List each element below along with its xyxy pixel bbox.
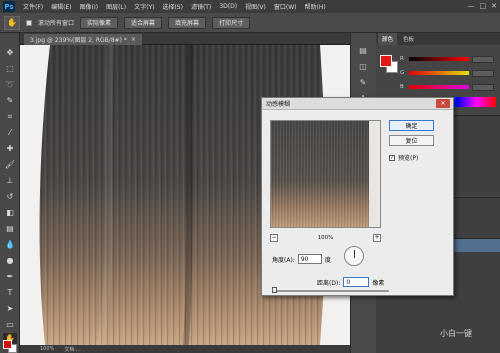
red-value-field[interactable] bbox=[472, 55, 494, 63]
red-slider[interactable] bbox=[409, 57, 469, 61]
document-info: 文档:... bbox=[64, 346, 81, 353]
minimize-button[interactable]: — bbox=[468, 2, 475, 10]
blur-tool-icon[interactable]: 💧 bbox=[3, 239, 17, 250]
move-tool-icon[interactable]: ✥ bbox=[3, 47, 17, 58]
motion-blur-dialog: 动感模糊 ✕ 确定 复位 ✓ 预览(P) − 100% + 角度(A): 90 … bbox=[261, 97, 454, 296]
status-bar: 100% 文档:... bbox=[20, 345, 350, 353]
document-tab-title: 3.jpg @ 239%(图层 2, RGB/8#) * bbox=[30, 37, 127, 44]
brush-tool-icon[interactable]: 🖌 bbox=[3, 159, 17, 170]
red-channel-label: R bbox=[400, 56, 404, 62]
blue-value-field[interactable] bbox=[472, 83, 494, 91]
menu-3d[interactable]: 3D(D) bbox=[219, 3, 237, 10]
preview-zoom-bar: − 100% + bbox=[270, 233, 381, 242]
crop-tool-icon[interactable]: ⌗ bbox=[3, 111, 17, 122]
scroll-all-checkbox[interactable] bbox=[26, 19, 32, 26]
menu-filter[interactable]: 滤镜(T) bbox=[191, 2, 211, 11]
restore-button[interactable]: □ bbox=[480, 2, 487, 10]
angle-dial-needle bbox=[354, 250, 355, 258]
green-value-field[interactable] bbox=[472, 69, 494, 77]
gradient-tool-icon[interactable]: ▤ bbox=[3, 223, 17, 234]
zoom-in-button[interactable]: + bbox=[372, 233, 381, 242]
dialog-close-button[interactable]: ✕ bbox=[436, 99, 450, 108]
eraser-tool-icon[interactable]: ◧ bbox=[3, 207, 17, 218]
menu-bar: Ps 文件(F) 编辑(E) 图像(I) 图层(L) 文字(Y) 选择(S) 滤… bbox=[0, 0, 500, 13]
red-slider-row[interactable]: R bbox=[400, 55, 496, 63]
zoom-out-button[interactable]: − bbox=[270, 233, 278, 242]
angle-input[interactable]: 90 bbox=[297, 254, 322, 264]
document-tab-bar: 3.jpg @ 239%(图层 2, RGB/8#) * × bbox=[20, 33, 350, 45]
filter-preview[interactable] bbox=[270, 120, 381, 228]
tab-swatches[interactable]: 色板 bbox=[399, 33, 418, 45]
lasso-tool-icon[interactable]: ➰ bbox=[3, 79, 17, 90]
blue-slider-row[interactable]: B bbox=[400, 83, 496, 91]
distance-label: 距离(D): bbox=[317, 279, 341, 287]
hand-tool-preset-icon[interactable]: ✋ bbox=[4, 15, 20, 30]
menu-edit[interactable]: 编辑(E) bbox=[51, 2, 71, 11]
menu-layer[interactable]: 图层(L) bbox=[106, 2, 126, 11]
photoshop-logo: Ps bbox=[3, 1, 15, 12]
close-tab-icon[interactable]: × bbox=[131, 36, 136, 43]
close-window-button[interactable]: ✕ bbox=[491, 2, 497, 10]
fill-screen-button[interactable]: 填充屏幕 bbox=[168, 16, 207, 29]
actual-pixels-button[interactable]: 实际像素 bbox=[80, 16, 119, 29]
preview-label: 预览(P) bbox=[398, 155, 419, 162]
menu-image[interactable]: 图像(I) bbox=[80, 2, 98, 11]
scroll-all-label: 滚动所有窗口 bbox=[38, 20, 75, 27]
distance-slider-knob[interactable] bbox=[272, 287, 277, 293]
blue-channel-label: B bbox=[400, 84, 404, 90]
angle-label: 角度(A): bbox=[272, 256, 295, 264]
green-channel-label: G bbox=[400, 70, 405, 76]
color-panel-tabs: 颜色 色板 bbox=[376, 33, 500, 45]
distance-row: 距离(D): 0 像素 bbox=[317, 277, 384, 287]
preview-checkbox[interactable]: ✓ bbox=[389, 154, 395, 161]
green-slider-row[interactable]: G bbox=[400, 69, 496, 77]
path-select-tool-icon[interactable]: ➤ bbox=[3, 303, 17, 314]
marquee-tool-icon[interactable]: ⬚ bbox=[3, 63, 17, 74]
document-tab[interactable]: 3.jpg @ 239%(图层 2, RGB/8#) * × bbox=[24, 34, 142, 45]
menu-select[interactable]: 选择(S) bbox=[162, 2, 183, 11]
properties-panel-icon[interactable]: ◫ bbox=[356, 61, 370, 72]
healing-brush-tool-icon[interactable]: ✚ bbox=[3, 143, 17, 154]
foreground-color-swatch[interactable] bbox=[3, 340, 12, 349]
panel-foreground-swatch[interactable] bbox=[380, 55, 392, 67]
quick-select-tool-icon[interactable]: ✎ bbox=[3, 95, 17, 106]
preview-hair-image bbox=[271, 121, 380, 227]
tools-panel: ✥ ⬚ ➰ ✎ ⌗ ⁄ ✚ 🖌 ⊥ ↺ ◧ ▤ 💧 ● ✒ T ➤ ▭ ✋ bbox=[0, 33, 20, 353]
pen-tool-icon[interactable]: ✒ bbox=[3, 271, 17, 282]
distance-input[interactable]: 0 bbox=[343, 277, 370, 287]
fit-screen-button[interactable]: 适合屏幕 bbox=[124, 16, 163, 29]
history-brush-tool-icon[interactable]: ↺ bbox=[3, 191, 17, 202]
dialog-title-bar[interactable]: 动感模糊 ✕ bbox=[262, 98, 453, 110]
menu-type[interactable]: 文字(Y) bbox=[134, 2, 154, 11]
angle-dial[interactable] bbox=[344, 246, 364, 266]
brush-panel-icon[interactable]: ✎ bbox=[356, 77, 370, 88]
angle-unit: 度 bbox=[324, 256, 331, 264]
menu-file[interactable]: 文件(F) bbox=[23, 2, 43, 11]
preview-toggle[interactable]: ✓ 预览(P) bbox=[389, 153, 418, 162]
blue-slider[interactable] bbox=[409, 85, 469, 89]
shape-tool-icon[interactable]: ▭ bbox=[3, 319, 17, 330]
green-slider[interactable] bbox=[409, 71, 469, 75]
angle-row: 角度(A): 90 度 bbox=[272, 254, 331, 264]
eyedropper-tool-icon[interactable]: ⁄ bbox=[3, 127, 17, 138]
distance-slider-track[interactable] bbox=[272, 290, 389, 292]
clone-stamp-tool-icon[interactable]: ⊥ bbox=[3, 175, 17, 186]
history-panel-icon[interactable]: ▤ bbox=[356, 45, 370, 56]
watermark-text: 小白一键 bbox=[440, 329, 472, 338]
ok-button[interactable]: 确定 bbox=[389, 120, 434, 131]
distance-unit: 像素 bbox=[372, 279, 385, 287]
menu-help[interactable]: 帮助(H) bbox=[305, 2, 326, 11]
zoom-readout: 100% bbox=[40, 346, 55, 352]
dodge-tool-icon[interactable]: ● bbox=[3, 255, 17, 266]
reset-button[interactable]: 复位 bbox=[389, 135, 434, 146]
options-bar: ✋ 滚动所有窗口 实际像素 适合屏幕 填充屏幕 打印尺寸 bbox=[0, 13, 500, 33]
dialog-title: 动感模糊 bbox=[266, 101, 291, 108]
print-size-button[interactable]: 打印尺寸 bbox=[212, 16, 251, 29]
preview-zoom-level: 100% bbox=[317, 234, 334, 241]
menu-view[interactable]: 视图(V) bbox=[245, 2, 266, 11]
menu-window[interactable]: 窗口(W) bbox=[274, 2, 297, 11]
tab-color[interactable]: 颜色 bbox=[378, 33, 398, 45]
window-controls: — □ ✕ bbox=[468, 2, 498, 10]
type-tool-icon[interactable]: T bbox=[3, 287, 17, 298]
